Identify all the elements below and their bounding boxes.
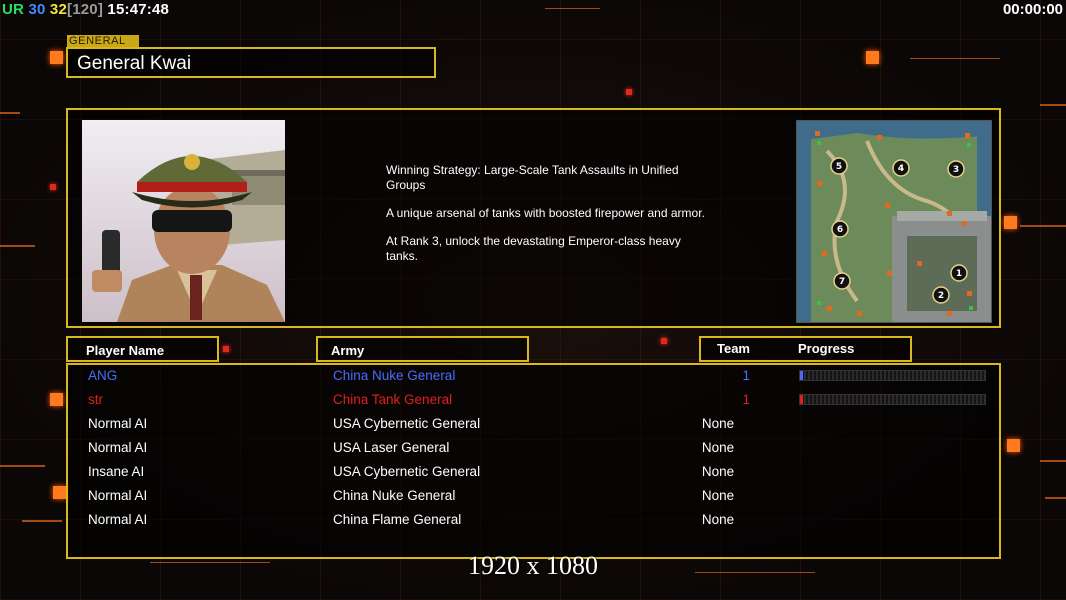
table-row[interactable]: ANG China Nuke General 1 xyxy=(68,366,999,390)
player-name: Normal AI xyxy=(88,488,148,503)
decor-line xyxy=(1045,497,1066,499)
decor-line xyxy=(0,112,20,114)
decor-line xyxy=(1040,104,1066,106)
decor-square xyxy=(661,338,667,344)
arsenal-text: A unique arsenal of tanks with boosted f… xyxy=(386,206,705,220)
decor-square xyxy=(53,486,66,499)
fps-value-b: 32 xyxy=(49,1,68,18)
decor-line xyxy=(0,465,45,467)
general-info-panel: Winning Strategy: Large-Scale Tank Assau… xyxy=(66,108,1001,328)
player-team: None xyxy=(701,512,735,527)
start-position-label: 2 xyxy=(938,291,944,301)
decor-square xyxy=(1004,216,1017,229)
start-position-label: 4 xyxy=(898,164,904,174)
table-row[interactable]: Normal AI China Nuke General None xyxy=(68,486,999,510)
ur-label: UR xyxy=(2,1,25,18)
player-team: None xyxy=(701,488,735,503)
decor-square xyxy=(223,346,229,352)
army-header: Army xyxy=(316,336,529,362)
progress-fill xyxy=(800,371,803,380)
player-team: None xyxy=(701,440,735,455)
game-timer: 00:00:00 xyxy=(1002,1,1063,18)
decor-line xyxy=(910,58,1000,59)
start-position-label: 1 xyxy=(956,269,962,279)
decor-square xyxy=(866,51,879,64)
decor-line xyxy=(1040,460,1066,462)
player-name-header: Player Name xyxy=(66,336,219,362)
player-name: Normal AI xyxy=(88,512,148,527)
player-table: ANG China Nuke General 1 str China Tank Gene… xyxy=(66,363,1001,559)
player-army: USA Cybernetic General xyxy=(333,464,481,479)
general-portrait xyxy=(82,120,285,322)
strategy-text: Winning Strategy: Large-Scale Tank Assau… xyxy=(386,163,679,192)
start-position-label: 5 xyxy=(836,162,842,172)
rank-unlock-text: At Rank 3, unlock the devastating Empero… xyxy=(386,234,681,263)
progress-header-label: Progress xyxy=(798,341,855,356)
decor-square xyxy=(626,89,632,95)
player-team: 1 xyxy=(742,392,750,407)
minimap-image: 5 4 3 6 1 7 2 xyxy=(797,121,991,322)
progress-bar xyxy=(799,394,986,405)
decor-square xyxy=(50,51,63,64)
decor-line xyxy=(1020,225,1066,227)
player-name: Normal AI xyxy=(88,416,148,431)
decor-line xyxy=(545,8,600,9)
table-row[interactable]: Normal AI USA Cybernetic General None xyxy=(68,414,999,438)
team-progress-header: Team Progress xyxy=(699,336,912,362)
player-army: China Nuke General xyxy=(333,368,456,383)
player-army: USA Cybernetic General xyxy=(333,416,481,431)
table-row[interactable]: str China Tank General 1 xyxy=(68,390,999,414)
start-position-label: 6 xyxy=(837,225,843,235)
table-row[interactable]: Insane AI USA Cybernetic General None xyxy=(68,462,999,486)
fps-value-a: 30 xyxy=(28,1,46,18)
player-name: Normal AI xyxy=(88,440,148,455)
progress-bar xyxy=(799,370,986,381)
table-row[interactable]: Normal AI USA Laser General None xyxy=(68,438,999,462)
start-position-label: 3 xyxy=(953,165,959,175)
player-team: None xyxy=(701,416,735,431)
player-team: None xyxy=(701,464,735,479)
player-name-header-label: Player Name xyxy=(86,343,165,358)
map-preview[interactable]: 5 4 3 6 1 7 2 xyxy=(796,120,992,323)
decor-square xyxy=(50,393,63,406)
table-row[interactable]: Normal AI China Flame General None xyxy=(68,510,999,534)
decor-line xyxy=(22,520,62,522)
player-name: ANG xyxy=(88,368,118,383)
player-name: Insane AI xyxy=(88,464,145,479)
decor-square xyxy=(1007,439,1020,452)
player-team: 1 xyxy=(742,368,750,383)
fps-cap: [120] xyxy=(67,1,104,18)
team-header-label: Team xyxy=(717,341,750,356)
fps-counter: UR 30 32[120] 15:47:48 xyxy=(2,1,169,18)
general-name: General Kwai xyxy=(77,53,192,74)
player-name: str xyxy=(88,392,103,407)
player-army: China Nuke General xyxy=(333,488,456,503)
general-title-box: General Kwai xyxy=(66,47,436,78)
decor-square xyxy=(50,184,56,190)
resolution-label: 1920 x 1080 xyxy=(468,551,598,580)
player-army: USA Laser General xyxy=(333,440,450,455)
progress-fill xyxy=(800,395,803,404)
player-army: China Tank General xyxy=(333,392,453,407)
system-clock: 15:47:48 xyxy=(107,1,170,18)
general-portrait-image xyxy=(82,120,285,322)
decor-line xyxy=(0,245,35,247)
player-army: China Flame General xyxy=(333,512,462,527)
army-header-label: Army xyxy=(331,343,365,358)
general-description: Winning Strategy: Large-Scale Tank Assau… xyxy=(386,163,706,277)
start-position-label: 7 xyxy=(839,277,845,287)
